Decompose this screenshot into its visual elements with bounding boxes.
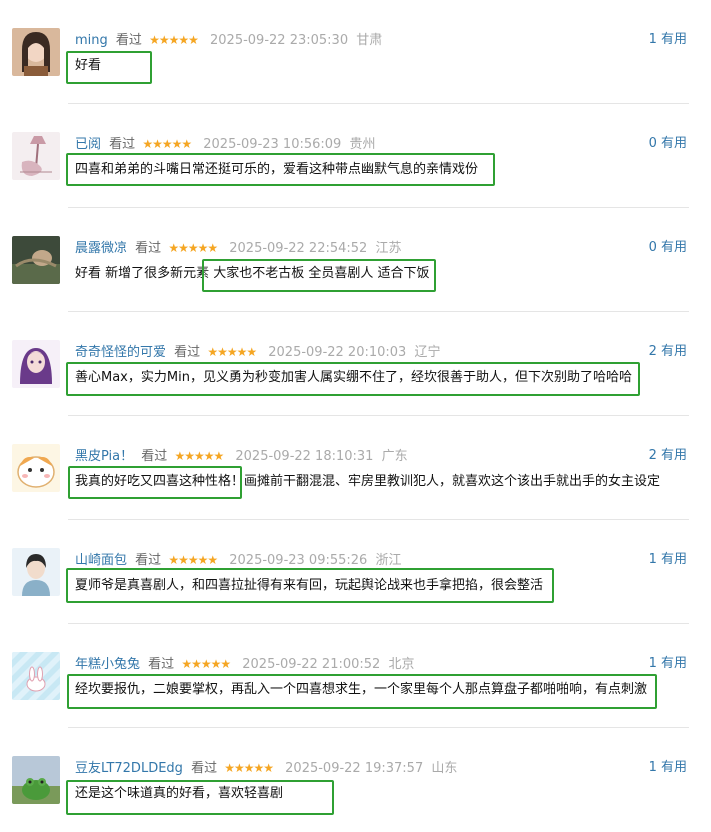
comment-item: 山崎面包 看过 ★★★★★ 2025-09-23 09:55:26 浙江 1 有… — [0, 520, 711, 624]
comment-location: 广东 — [381, 449, 408, 464]
comment-meta: 晨露微凉 看过 ★★★★★ 2025-09-22 22:54:52 江苏 — [75, 239, 401, 257]
comment-location: 辽宁 — [414, 345, 441, 360]
username[interactable]: 豆友LT72DLDEdg — [75, 761, 183, 776]
comment-meta: 已阅 看过 ★★★★★ 2025-09-23 10:56:09 贵州 — [75, 135, 375, 153]
username[interactable]: 黑皮Pia！ — [75, 449, 133, 464]
comment-location: 浙江 — [375, 553, 402, 568]
comment-item: 已阅 看过 ★★★★★ 2025-09-23 10:56:09 贵州 0 有用 … — [0, 104, 711, 208]
useful-vote-button[interactable]: 0 有用 — [649, 135, 687, 153]
comment-item: 豆友LT72DLDEdg 看过 ★★★★★ 2025-09-22 19:37:5… — [0, 728, 711, 832]
comment-location: 北京 — [388, 657, 415, 672]
watched-label: 看过 — [109, 137, 136, 152]
useful-vote-button[interactable]: 1 有用 — [649, 655, 687, 673]
comment-location: 江苏 — [375, 241, 402, 256]
comment-item: 黑皮Pia！ 看过 ★★★★★ 2025-09-22 18:10:31 广东 2… — [0, 416, 711, 520]
username[interactable]: 奇奇怪怪的可爱 — [75, 345, 166, 360]
useful-vote-button[interactable]: 1 有用 — [649, 759, 687, 777]
rating-stars: ★★★★★ — [174, 449, 224, 463]
comment-meta: 奇奇怪怪的可爱 看过 ★★★★★ 2025-09-22 20:10:03 辽宁 — [75, 343, 440, 361]
username[interactable]: 已阅 — [75, 137, 101, 152]
comment-meta: 黑皮Pia！ 看过 ★★★★★ 2025-09-22 18:10:31 广东 — [75, 447, 408, 465]
rating-stars: ★★★★★ — [207, 345, 257, 359]
rating-stars: ★★★★★ — [168, 553, 218, 567]
comment-location: 山东 — [431, 761, 458, 776]
comment-text: 夏师爷是真喜剧人，和四喜拉扯得有来有回，玩起舆论战来也手拿把掐，很会整活 — [75, 578, 544, 593]
avatar[interactable] — [12, 548, 60, 596]
watched-label: 看过 — [135, 553, 162, 568]
comment-time: 2025-09-22 18:10:31 — [235, 449, 374, 464]
comment-text: 好看 — [75, 58, 102, 73]
avatar[interactable] — [12, 236, 60, 284]
comment-text: 善心Max，实力Min，见义勇为秒变加害人属实绷不住了，经坎很善于助人，但下次别… — [75, 370, 632, 385]
comment-text: 好看 新增了很多新元素 大家也不老古板 全员喜剧人 适合下饭 — [75, 266, 430, 281]
comment-time: 2025-09-22 19:37:57 — [285, 761, 424, 776]
comment-time: 2025-09-22 21:00:52 — [242, 657, 381, 672]
watched-label: 看过 — [191, 761, 218, 776]
comment-item: ming 看过 ★★★★★ 2025-09-22 23:05:30 甘肃 1 有… — [0, 0, 711, 104]
comment-list: ming 看过 ★★★★★ 2025-09-22 23:05:30 甘肃 1 有… — [0, 0, 711, 831]
useful-vote-button[interactable]: 1 有用 — [649, 551, 687, 569]
avatar[interactable] — [12, 132, 60, 180]
useful-vote-button[interactable]: 2 有用 — [649, 447, 687, 465]
rating-stars: ★★★★★ — [168, 241, 218, 255]
comment-time: 2025-09-23 10:56:09 — [203, 137, 342, 152]
rating-stars: ★★★★★ — [149, 33, 199, 47]
comment-text: 经坎要报仇，二娘要掌权，再乱入一个四喜想求生，一个家里每个人那点算盘子都啪啪响，… — [75, 682, 648, 697]
comment-meta: 年糕小兔兔 看过 ★★★★★ 2025-09-22 21:00:52 北京 — [75, 655, 414, 673]
watched-label: 看过 — [135, 241, 162, 256]
rating-stars: ★★★★★ — [142, 137, 192, 151]
comment-text: 四喜和弟弟的斗嘴日常还挺可乐的，爱看这种带点幽默气息的亲情戏份 — [75, 162, 479, 177]
comment-time: 2025-09-22 23:05:30 — [210, 33, 349, 48]
rating-stars: ★★★★★ — [224, 761, 274, 775]
comment-time: 2025-09-23 09:55:26 — [229, 553, 368, 568]
comment-item: 年糕小兔兔 看过 ★★★★★ 2025-09-22 21:00:52 北京 1 … — [0, 624, 711, 728]
comment-item: 晨露微凉 看过 ★★★★★ 2025-09-22 22:54:52 江苏 0 有… — [0, 208, 711, 312]
avatar[interactable] — [12, 444, 60, 492]
rating-stars: ★★★★★ — [181, 657, 231, 671]
useful-vote-button[interactable]: 0 有用 — [649, 239, 687, 257]
username[interactable]: 年糕小兔兔 — [75, 657, 140, 672]
comment-location: 甘肃 — [356, 33, 383, 48]
comment-meta: ming 看过 ★★★★★ 2025-09-22 23:05:30 甘肃 — [75, 31, 382, 49]
username[interactable]: 山崎面包 — [75, 553, 127, 568]
comment-time: 2025-09-22 22:54:52 — [229, 241, 368, 256]
comment-meta: 山崎面包 看过 ★★★★★ 2025-09-23 09:55:26 浙江 — [75, 551, 401, 569]
comment-meta: 豆友LT72DLDEdg 看过 ★★★★★ 2025-09-22 19:37:5… — [75, 759, 457, 777]
username[interactable]: 晨露微凉 — [75, 241, 127, 256]
avatar[interactable] — [12, 756, 60, 804]
useful-vote-button[interactable]: 2 有用 — [649, 343, 687, 361]
avatar[interactable] — [12, 28, 60, 76]
comment-location: 贵州 — [349, 137, 376, 152]
username[interactable]: ming — [75, 33, 108, 48]
watched-label: 看过 — [148, 657, 175, 672]
comment-item: 奇奇怪怪的可爱 看过 ★★★★★ 2025-09-22 20:10:03 辽宁 … — [0, 312, 711, 416]
useful-vote-button[interactable]: 1 有用 — [649, 31, 687, 49]
comment-text: 还是这个味道真的好看，喜欢轻喜剧 — [75, 786, 284, 801]
avatar[interactable] — [12, 652, 60, 700]
avatar[interactable] — [12, 340, 60, 388]
comment-text: 我真的好吃又四喜这种性格！画摊前干翻混混、牢房里教训犯人，就喜欢这个该出手就出手… — [75, 474, 661, 489]
comment-time: 2025-09-22 20:10:03 — [268, 345, 407, 360]
watched-label: 看过 — [115, 33, 142, 48]
watched-label: 看过 — [174, 345, 201, 360]
watched-label: 看过 — [141, 449, 168, 464]
